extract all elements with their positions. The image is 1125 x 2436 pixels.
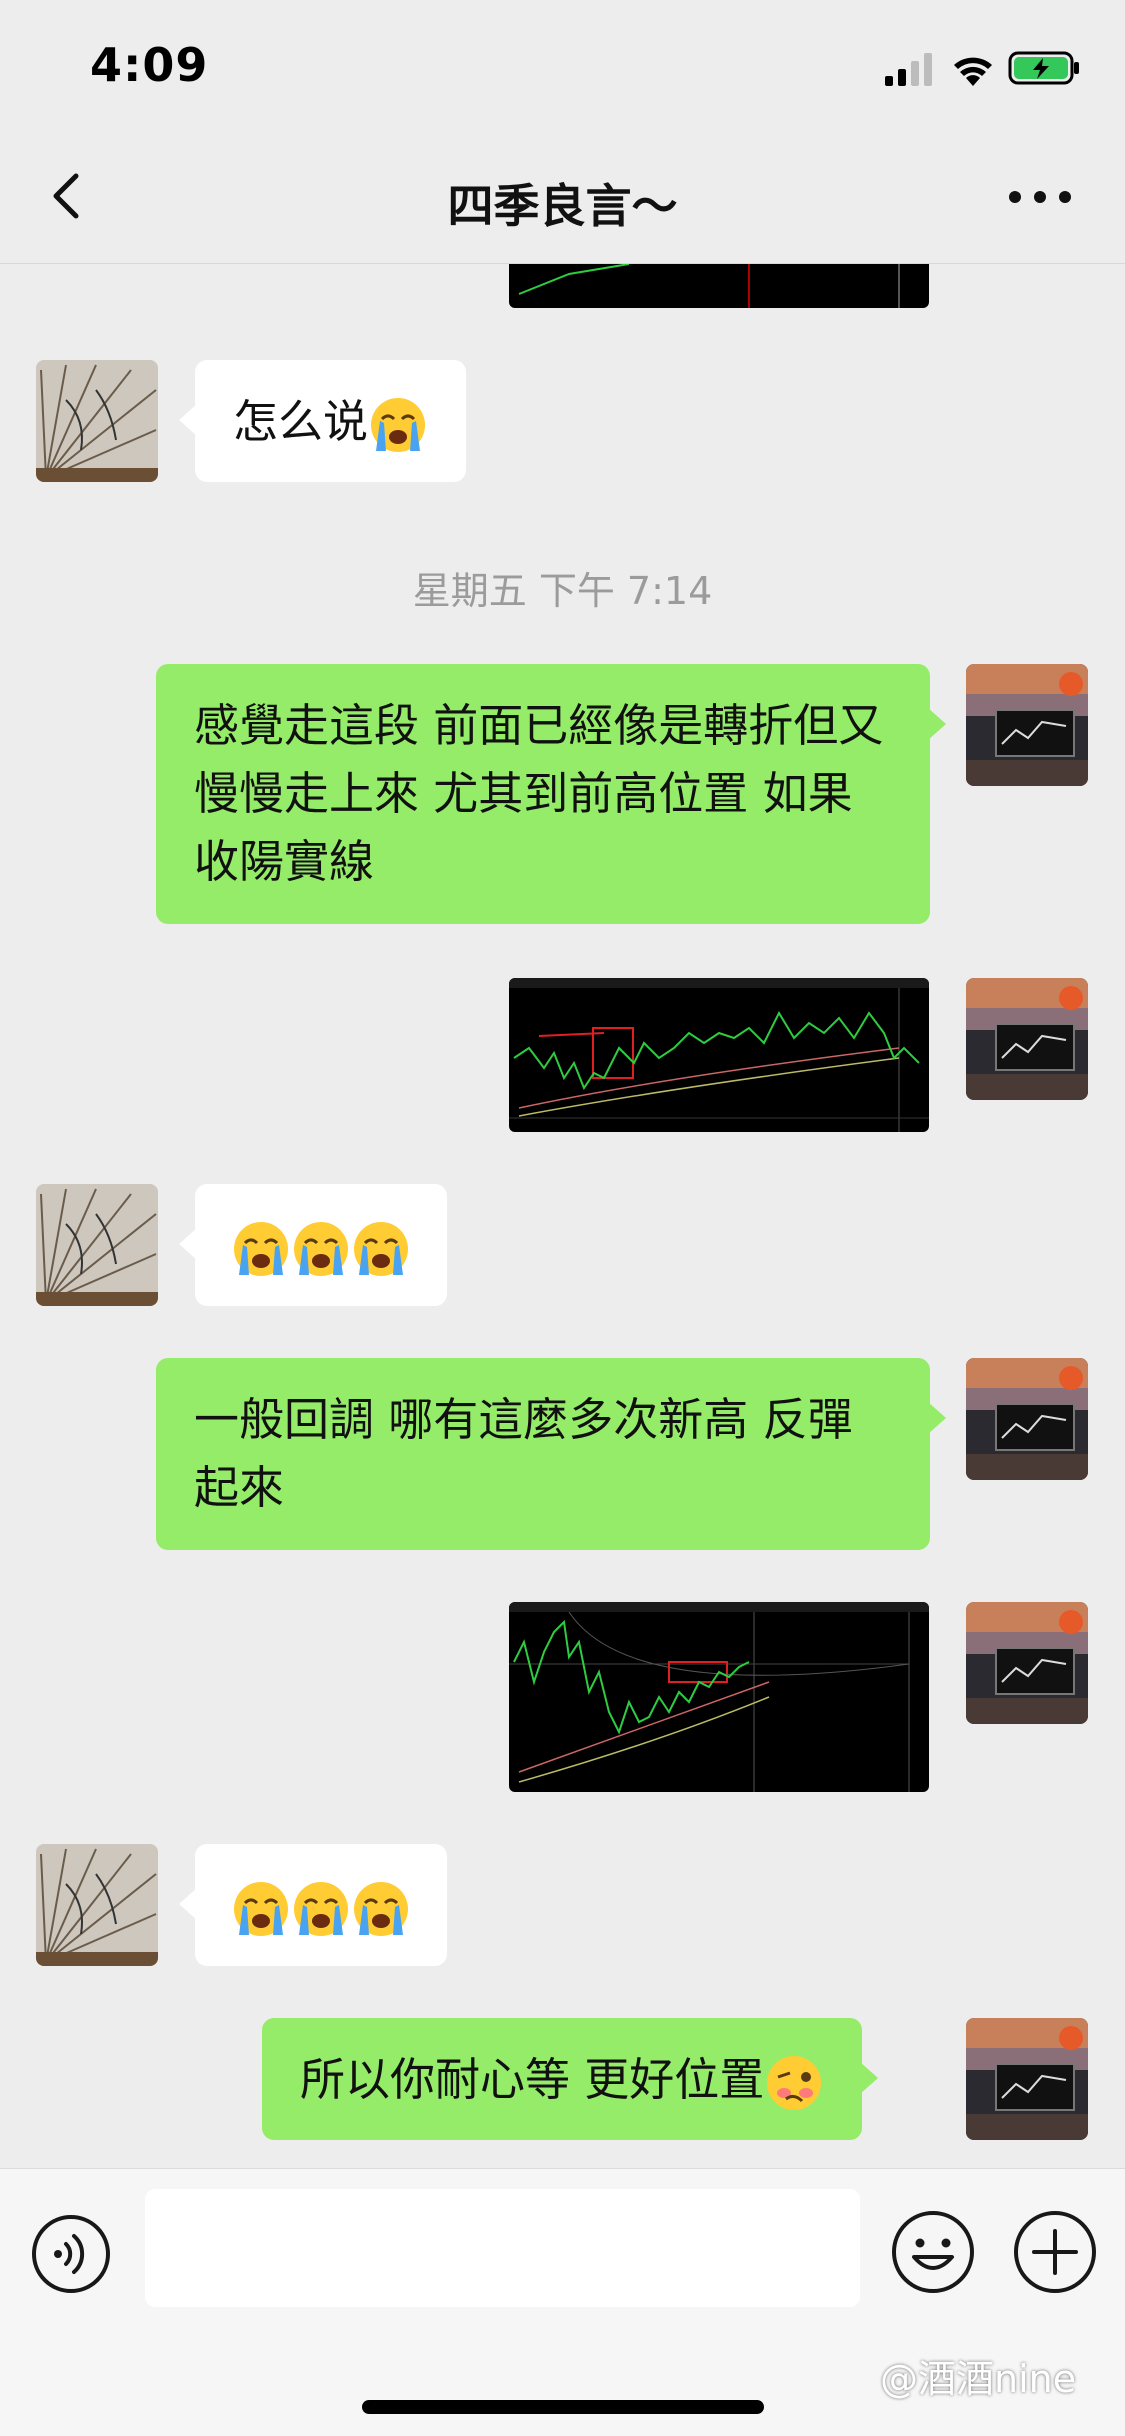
wifi-icon bbox=[954, 57, 992, 86]
status-bar: 4:09 bbox=[0, 0, 1125, 132]
message-text: 所以你耐心等 更好位置 bbox=[300, 2053, 765, 2106]
message-bubble-received[interactable] bbox=[179, 1184, 447, 1306]
avatar-self[interactable] bbox=[966, 1602, 1088, 1724]
chat-title: 四季良言～ bbox=[447, 179, 678, 233]
status-icons bbox=[885, 51, 1079, 86]
avatar-self[interactable] bbox=[966, 978, 1088, 1100]
loudly-crying-face-icon bbox=[234, 1882, 288, 1936]
watermark: @酒酒nine bbox=[880, 2357, 1077, 2401]
message-text: 怎么说 bbox=[233, 395, 369, 448]
message-bubble-sent[interactable]: 一般回調 哪有這麼多次新高 反彈起來 bbox=[156, 1358, 946, 1550]
loudly-crying-face-icon bbox=[371, 398, 426, 452]
message-text: 感覺走這段 前面已經像是轉折但又慢慢走上來 尤其到前高位置 如果收陽實線 bbox=[194, 699, 884, 888]
home-indicator bbox=[362, 2400, 764, 2414]
status-time: 4:09 bbox=[90, 38, 209, 92]
message-bubble-received[interactable]: 怎么说 bbox=[178, 360, 467, 482]
message-input[interactable] bbox=[145, 2189, 860, 2307]
chart-image-partial[interactable] bbox=[509, 264, 929, 308]
chart-graphic bbox=[518, 264, 900, 308]
message-bubble-sent[interactable]: 所以你耐心等 更好位置 bbox=[262, 2018, 879, 2140]
message-bubble-received[interactable] bbox=[179, 1844, 447, 1966]
chart-graphic bbox=[509, 1602, 929, 1792]
woozy-face-icon bbox=[767, 2056, 822, 2110]
loudly-crying-face-icon bbox=[294, 1222, 348, 1276]
loudly-crying-face-icon bbox=[354, 1222, 408, 1276]
smiley-icon[interactable] bbox=[890, 2209, 976, 2295]
plus-icon[interactable] bbox=[1012, 2209, 1098, 2295]
loudly-crying-face-icon bbox=[234, 1222, 288, 1276]
message-bubble-sent[interactable]: 感覺走這段 前面已經像是轉折但又慢慢走上來 尤其到前高位置 如果收陽實線 bbox=[156, 664, 946, 924]
loudly-crying-face-icon bbox=[354, 1882, 408, 1936]
chart-image[interactable] bbox=[509, 978, 929, 1132]
avatar-other[interactable] bbox=[36, 360, 158, 482]
message-text: 一般回調 哪有這麼多次新高 反彈起來 bbox=[194, 1393, 853, 1514]
more-dots-icon[interactable] bbox=[1005, 172, 1075, 222]
battery-icon bbox=[1008, 51, 1079, 85]
nav-bar: 四季良言～ bbox=[0, 132, 1125, 264]
voice-icon[interactable] bbox=[30, 2213, 112, 2295]
avatar-self[interactable] bbox=[966, 664, 1088, 786]
chart-graphic bbox=[509, 978, 929, 1132]
avatar-self[interactable] bbox=[966, 2018, 1088, 2140]
chat-area[interactable]: 怎么说 星期五 下午 7:14 感覺走這段 前面已經像是轉折但又慢慢走上來 尤其… bbox=[0, 264, 1125, 2168]
loudly-crying-face-icon bbox=[294, 1882, 348, 1936]
cellular-signal-icon bbox=[885, 53, 932, 86]
timestamp: 星期五 下午 7:14 bbox=[412, 569, 713, 613]
chart-image[interactable] bbox=[509, 1602, 929, 1792]
avatar-other[interactable] bbox=[36, 1184, 158, 1306]
avatar-other[interactable] bbox=[36, 1844, 158, 1966]
avatar-self[interactable] bbox=[966, 1358, 1088, 1480]
